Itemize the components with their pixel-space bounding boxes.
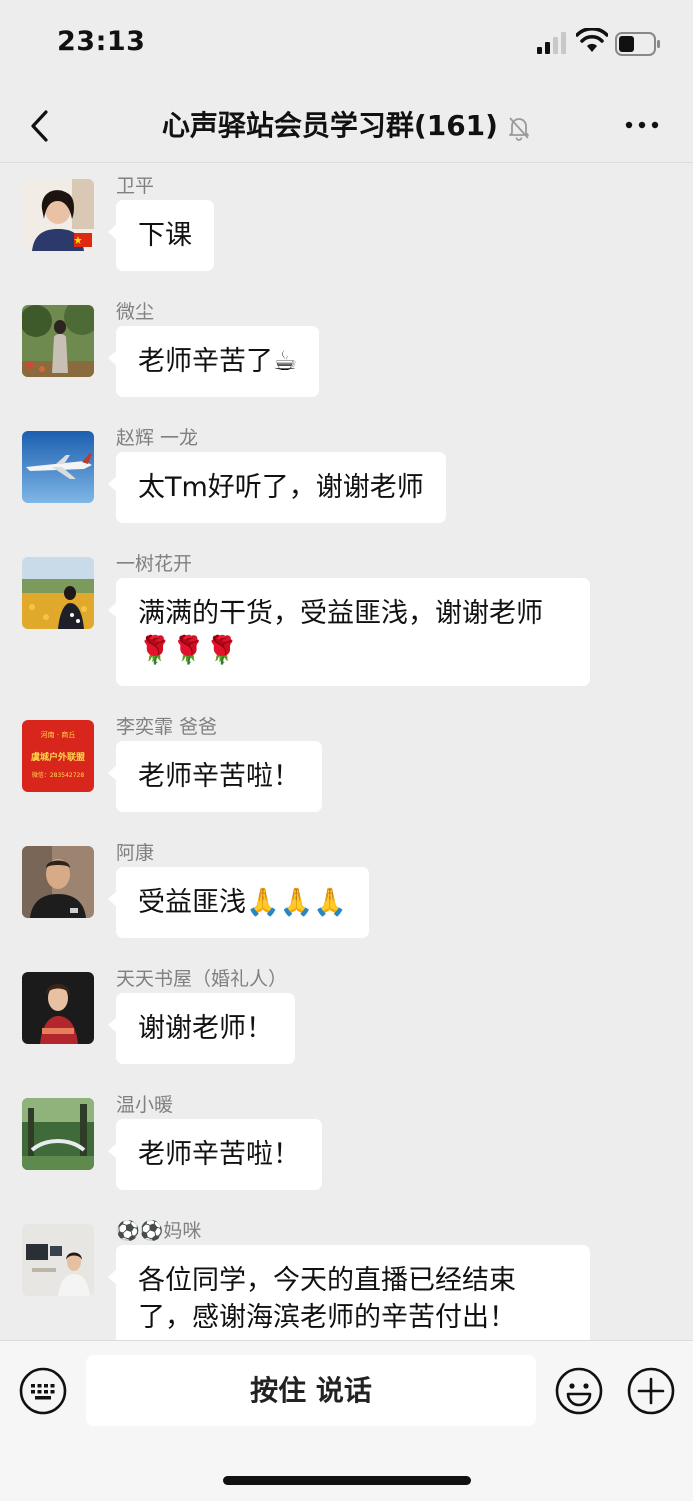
avatar[interactable] xyxy=(22,179,94,251)
message-bubble[interactable]: 下课 xyxy=(108,200,214,271)
message-list[interactable]: 卫平 下课 微尘 老师辛苦了☕ 赵辉 一龙 太Tm好听了，谢谢老师 一树花开 满… xyxy=(0,163,693,1340)
plus-circle-icon[interactable] xyxy=(626,1366,676,1416)
avatar[interactable] xyxy=(22,1224,94,1296)
avatar[interactable] xyxy=(22,846,94,918)
sender-name: 李奕霏 爸爸 xyxy=(116,716,218,738)
bell-off-icon xyxy=(509,116,529,141)
message-bubble[interactable]: 受益匪浅🙏🙏🙏 xyxy=(108,867,369,938)
status-bar: 23:13 xyxy=(0,0,693,90)
avatar[interactable] xyxy=(22,1098,94,1170)
message-bubble[interactable]: 太Tm好听了，谢谢老师 xyxy=(108,452,446,523)
sender-name: 卫平 xyxy=(116,175,155,197)
sender-name: 一树花开 xyxy=(116,553,193,575)
sender-name: 阿康 xyxy=(116,842,155,864)
cell-signal-icon xyxy=(537,32,566,54)
avatar-text: 河南 · 商丘 xyxy=(40,731,76,739)
sender-name: 天天书屋（婚礼人） xyxy=(116,968,288,990)
avatar[interactable] xyxy=(22,305,94,377)
smiley-icon[interactable] xyxy=(554,1366,604,1416)
battery-icon xyxy=(615,32,660,56)
message-bubble[interactable]: 满满的干货，受益匪浅，谢谢老师🌹🌹🌹 xyxy=(108,578,590,686)
avatar[interactable] xyxy=(22,972,94,1044)
avatar[interactable] xyxy=(22,431,94,503)
message-bubble[interactable]: 老师辛苦啦！ xyxy=(108,741,322,812)
nav-bar: 心声驿站会员学习群(161) xyxy=(0,90,693,163)
sender-name: 微尘 xyxy=(116,301,155,323)
sender-name: ⚽⚽妈咪 xyxy=(116,1220,202,1242)
message-bubble[interactable]: 老师辛苦啦！ xyxy=(108,1119,322,1190)
message-bubble[interactable]: 老师辛苦了☕ xyxy=(107,326,320,397)
message-bubble[interactable]: 各位同学，今天的直播已经结束了，感谢海滨老师的辛苦付出！ xyxy=(108,1245,590,1340)
sender-name: 温小暖 xyxy=(116,1094,174,1116)
more-dots-icon[interactable] xyxy=(622,118,662,132)
avatar-text: 虞城户外联盟 xyxy=(30,753,85,763)
home-indicator xyxy=(223,1476,471,1485)
hold-to-talk-button[interactable]: 按住 说话 xyxy=(86,1355,536,1426)
status-time: 23:13 xyxy=(57,26,146,57)
message-bubble[interactable]: 谢谢老师！ xyxy=(108,993,295,1064)
chat-title[interactable]: 心声驿站会员学习群(161) xyxy=(162,109,498,142)
avatar-text: 微信：283542728 xyxy=(31,772,85,779)
avatar[interactable] xyxy=(22,557,94,629)
chat-title-wrap: 心声驿站会员学习群(161) xyxy=(0,104,693,144)
avatar[interactable]: 河南 · 商丘 虞城户外联盟 微信：283542728 xyxy=(22,720,94,792)
wifi-icon xyxy=(576,28,608,52)
sender-name: 赵辉 一龙 xyxy=(116,427,199,449)
keyboard-icon[interactable] xyxy=(18,1366,68,1416)
